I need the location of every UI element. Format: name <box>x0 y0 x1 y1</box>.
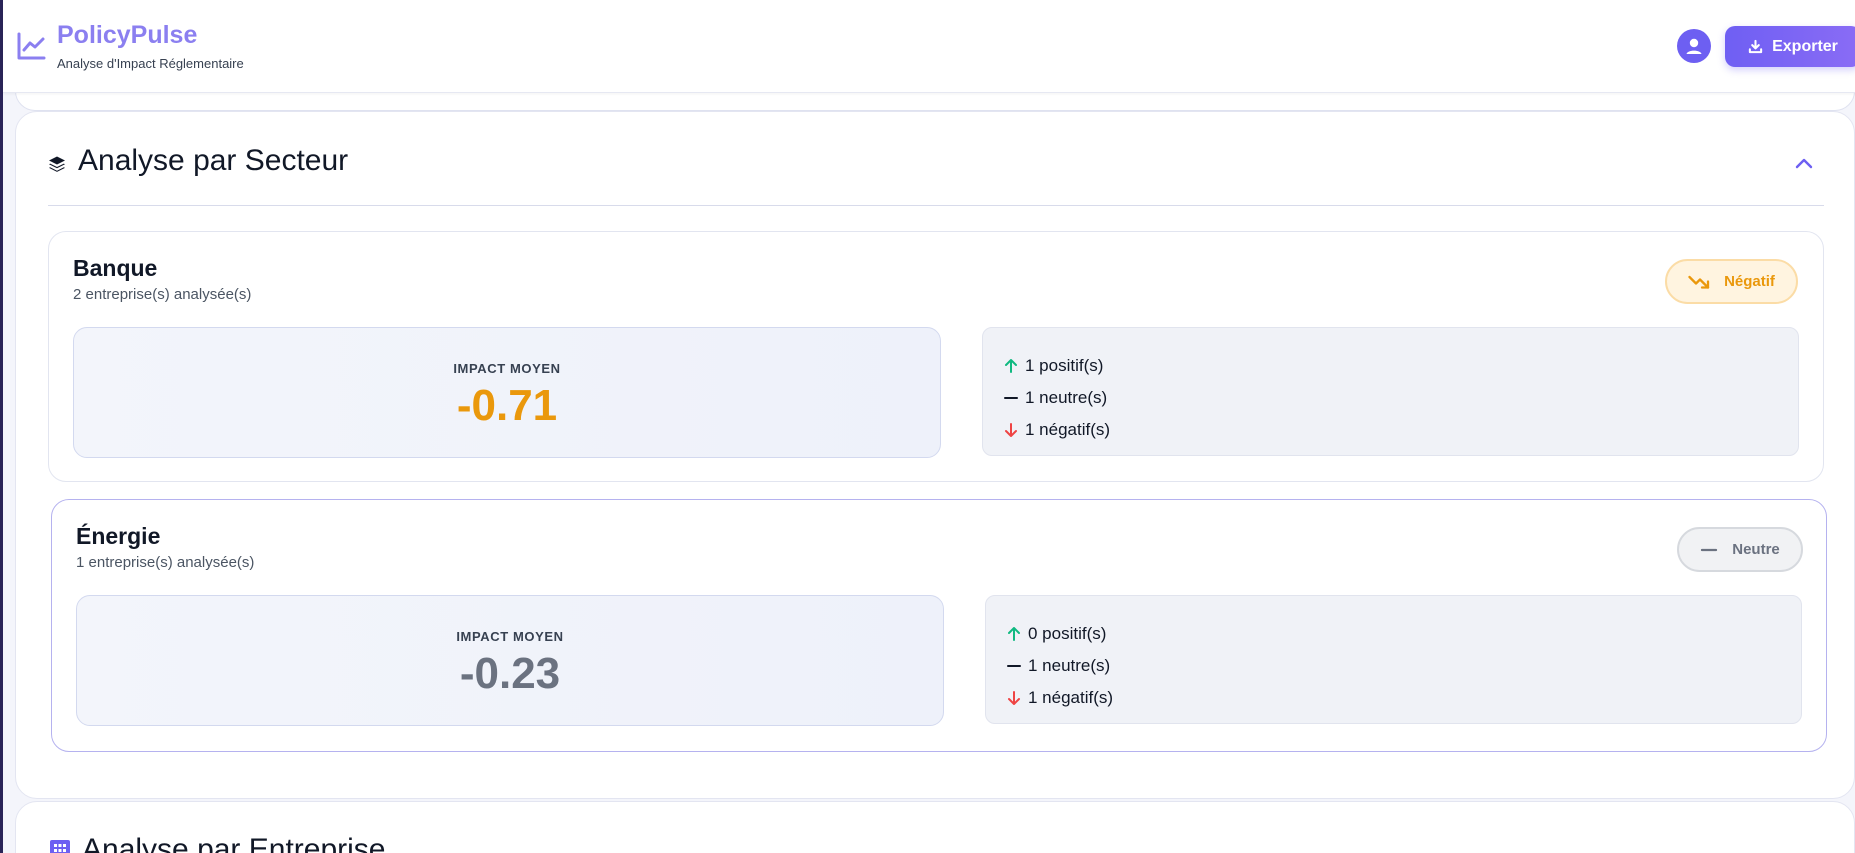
neutral-count-row: 1 neutre(s) <box>1002 382 1798 414</box>
average-impact-box: IMPACT MOYEN -0.71 <box>73 327 941 458</box>
user-icon <box>1686 38 1702 54</box>
layers-icon <box>49 156 65 172</box>
negative-count: 1 négatif(s) <box>1025 420 1111 439</box>
status-badge-neutral: Neutre <box>1677 527 1803 572</box>
positive-count-row: 1 positif(s) <box>1002 350 1798 382</box>
user-avatar[interactable] <box>1677 29 1711 63</box>
sentiment-counts: 0 positif(s) 1 neutre(s) 1 négatif(s) <box>985 595 1802 724</box>
sector-card-energie[interactable]: Énergie 1 entreprise(s) analysée(s) Neut… <box>51 499 1827 752</box>
sector-section-title: Analyse par Secteur <box>78 144 349 177</box>
download-icon <box>1748 39 1763 54</box>
export-button[interactable]: Exporter <box>1725 26 1855 67</box>
arrow-up-icon <box>1005 359 1017 373</box>
minus-icon <box>1004 397 1018 399</box>
company-analysis-section: Analyse par Entreprise <box>15 801 1855 853</box>
trending-down-icon <box>1688 275 1710 289</box>
sector-company-count: 1 entreprise(s) analysée(s) <box>76 554 255 571</box>
negative-count-row: 1 négatif(s) <box>1002 414 1798 446</box>
app-header: PolicyPulse Analyse d'Impact Réglementai… <box>3 0 1855 93</box>
positive-count: 0 positif(s) <box>1028 624 1107 643</box>
impact-label: IMPACT MOYEN <box>453 361 561 376</box>
status-badge-negative: Négatif <box>1665 259 1798 304</box>
impact-value: -0.23 <box>459 649 561 698</box>
badge-label: Neutre <box>1732 541 1780 558</box>
positive-count-row: 0 positif(s) <box>1005 618 1801 650</box>
company-section-title: Analyse par Entreprise <box>82 833 386 853</box>
arrow-down-icon <box>1008 691 1020 705</box>
neutral-count: 1 neutre(s) <box>1028 656 1111 675</box>
brand[interactable]: PolicyPulse Analyse d'Impact Réglementai… <box>15 18 244 71</box>
minus-icon <box>1701 548 1718 551</box>
brand-subtitle: Analyse d'Impact Réglementaire <box>57 56 244 71</box>
export-label: Exporter <box>1772 37 1838 55</box>
average-impact-box: IMPACT MOYEN -0.23 <box>76 595 944 726</box>
sector-card-banque[interactable]: Banque 2 entreprise(s) analysée(s) Négat… <box>48 231 1824 482</box>
sector-section-header: Analyse par Secteur <box>48 144 348 178</box>
section-divider <box>48 205 1824 206</box>
sector-name: Banque <box>73 255 158 281</box>
badge-label: Négatif <box>1724 273 1775 290</box>
neutral-count-row: 1 neutre(s) <box>1005 650 1801 682</box>
neutral-count: 1 neutre(s) <box>1025 388 1108 407</box>
sector-company-count: 2 entreprise(s) analysée(s) <box>73 286 252 303</box>
sentiment-counts: 1 positif(s) 1 neutre(s) 1 négatif(s) <box>982 327 1799 456</box>
arrow-down-icon <box>1005 423 1017 437</box>
negative-count: 1 négatif(s) <box>1028 688 1114 707</box>
sector-name: Énergie <box>76 523 161 549</box>
window-edge <box>0 0 3 853</box>
negative-count-row: 1 négatif(s) <box>1005 682 1801 714</box>
arrow-up-icon <box>1008 627 1020 641</box>
company-section-header: Analyse par Entreprise <box>48 833 386 853</box>
impact-value: -0.71 <box>456 381 558 430</box>
chevron-up-icon[interactable] <box>1792 152 1816 176</box>
impact-label: IMPACT MOYEN <box>456 629 564 644</box>
sector-analysis-section: Analyse par Secteur Banque 2 entreprise(… <box>15 111 1855 799</box>
minus-icon <box>1007 665 1021 667</box>
brand-name: PolicyPulse <box>57 21 198 49</box>
building-icon <box>50 840 70 853</box>
positive-count: 1 positif(s) <box>1025 356 1104 375</box>
trend-chart-icon <box>17 32 46 60</box>
